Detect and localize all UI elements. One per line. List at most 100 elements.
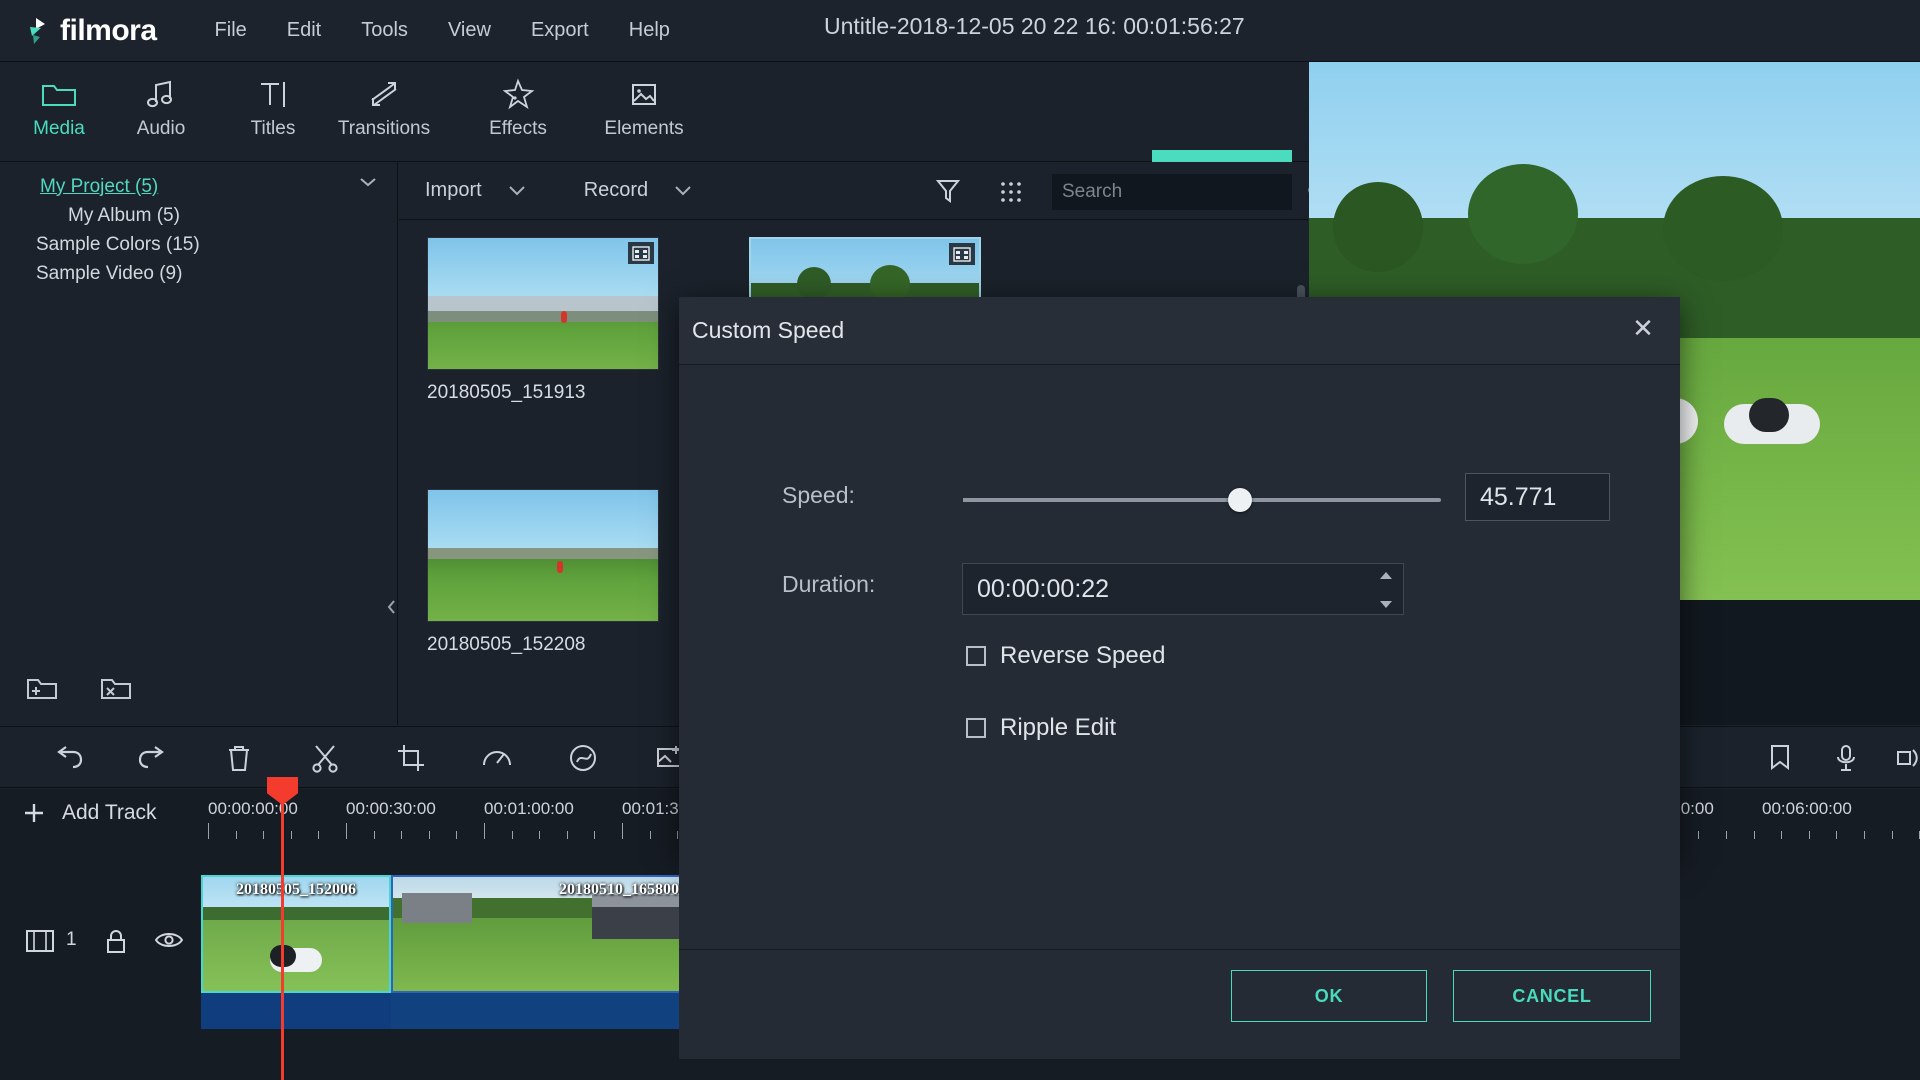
ok-button[interactable]: OK xyxy=(1231,970,1427,1022)
ribbon-tab-transitions[interactable]: Transitions xyxy=(325,72,443,156)
media-item-label: 20180505_151913 xyxy=(427,382,659,404)
media-thumbnail[interactable] xyxy=(427,489,659,622)
search-input[interactable] xyxy=(1062,181,1307,203)
import-button[interactable]: Import xyxy=(425,179,526,202)
duration-spinner[interactable] xyxy=(1378,571,1394,609)
speed-slider[interactable] xyxy=(963,485,1441,515)
text-cursor-icon xyxy=(256,72,290,116)
duration-label: Duration: xyxy=(782,571,875,598)
panel-splitter-handle[interactable] xyxy=(386,592,398,622)
ribbon-tab-titles[interactable]: Titles xyxy=(214,72,332,156)
new-folder-icon[interactable] xyxy=(26,674,60,704)
cancel-button[interactable]: CANCEL xyxy=(1453,970,1651,1022)
ribbon-label-effects: Effects xyxy=(489,118,547,140)
sparkle-star-icon xyxy=(501,72,535,116)
slider-track[interactable] xyxy=(963,498,1441,502)
redo-icon[interactable] xyxy=(133,740,173,776)
color-tune-icon[interactable] xyxy=(563,740,603,776)
slider-knob[interactable] xyxy=(1228,488,1252,512)
split-scissors-icon[interactable] xyxy=(305,740,345,776)
search-box[interactable] xyxy=(1052,174,1292,210)
title-bar: filmora File Edit Tools View Export Help… xyxy=(0,0,1920,62)
menu-item-edit[interactable]: Edit xyxy=(267,13,341,48)
undo-icon[interactable] xyxy=(48,740,88,776)
speed-gauge-icon[interactable] xyxy=(477,740,517,776)
filmora-app-window: filmora File Edit Tools View Export Help… xyxy=(0,0,1920,1080)
track-video-icon xyxy=(26,929,54,953)
ripple-edit-checkbox-row[interactable]: Ripple Edit xyxy=(966,714,1116,742)
reverse-speed-checkbox[interactable] xyxy=(966,646,986,666)
menu-item-view[interactable]: View xyxy=(428,13,511,48)
media-item[interactable]: 20180505_151913 xyxy=(427,237,659,404)
ribbon-tab-effects[interactable]: Effects xyxy=(459,72,577,156)
speed-value: 45.771 xyxy=(1480,483,1556,512)
tree-label-my-album: My Album (5) xyxy=(68,205,180,227)
clip-label: 20180510_165800 xyxy=(559,881,679,899)
tree-item-sample-colors[interactable]: Sample Colors (15) xyxy=(0,230,397,259)
ruler-label: 00:00:30:00 xyxy=(346,799,436,819)
tree-item-my-project[interactable]: My Project (5) xyxy=(0,172,397,201)
spinner-down-icon[interactable] xyxy=(1379,600,1393,609)
clip-audio-lane[interactable] xyxy=(201,993,391,1029)
browser-toolbar: Import Record xyxy=(399,162,1308,220)
chevron-down-icon[interactable] xyxy=(674,185,692,196)
filter-funnel-icon[interactable] xyxy=(936,178,960,204)
transition-arrows-icon xyxy=(367,72,401,116)
reverse-speed-checkbox-row[interactable]: Reverse Speed xyxy=(966,642,1165,670)
eye-visibility-icon[interactable] xyxy=(155,929,183,951)
tree-item-my-album[interactable]: My Album (5) xyxy=(0,201,397,230)
ribbon-label-titles: Titles xyxy=(251,118,296,140)
ribbon-label-transitions: Transitions xyxy=(338,118,430,140)
ribbon-tab-audio[interactable]: Audio xyxy=(102,72,220,156)
media-thumbnail[interactable] xyxy=(427,237,659,370)
ribbon-label-audio: Audio xyxy=(137,118,186,140)
filmora-logo-icon xyxy=(22,16,52,46)
ruler-label: 00:06:00:00 xyxy=(1762,799,1852,819)
lock-icon[interactable] xyxy=(105,929,127,955)
timeline-playhead[interactable] xyxy=(281,789,284,1080)
brand-name: filmora xyxy=(60,14,157,48)
folder-icon xyxy=(41,72,77,116)
chevron-down-icon[interactable] xyxy=(359,176,377,188)
marker-icon[interactable] xyxy=(1760,740,1800,776)
plus-icon xyxy=(22,801,46,825)
menu-item-file[interactable]: File xyxy=(195,13,267,48)
filmstrip-icon xyxy=(949,243,975,265)
music-note-icon xyxy=(144,72,178,116)
app-logo: filmora xyxy=(22,14,157,48)
record-button[interactable]: Record xyxy=(584,179,692,202)
slider-fill xyxy=(963,498,1240,502)
custom-speed-dialog: Custom Speed ✕ Speed: 45.771 Duration: 0… xyxy=(679,297,1680,860)
delete-folder-icon[interactable] xyxy=(100,674,134,704)
duration-value-field[interactable]: 00:00:00:22 xyxy=(962,563,1404,615)
delete-trash-icon[interactable] xyxy=(219,740,259,776)
ripple-edit-label: Ripple Edit xyxy=(1000,714,1116,742)
tree-item-sample-video[interactable]: Sample Video (9) xyxy=(0,259,397,288)
record-label: Record xyxy=(584,179,648,202)
crop-icon[interactable] xyxy=(391,740,431,776)
ribbon-tab-elements[interactable]: Elements xyxy=(585,72,703,156)
menu-item-help[interactable]: Help xyxy=(609,13,690,48)
speed-value-field[interactable]: 45.771 xyxy=(1465,473,1610,521)
dialog-body: Speed: 45.771 Duration: 00:00:00:22 xyxy=(679,365,1680,1059)
grid-view-icon[interactable] xyxy=(999,180,1023,204)
chevron-down-icon[interactable] xyxy=(508,185,526,196)
timeline-clip[interactable]: 20180505_152006 xyxy=(201,875,391,993)
ribbon-label-elements: Elements xyxy=(604,118,683,140)
speed-label: Speed: xyxy=(782,482,855,509)
ribbon-tab-media[interactable]: Media xyxy=(0,72,118,156)
ripple-edit-checkbox[interactable] xyxy=(966,718,986,738)
image-icon xyxy=(627,72,661,116)
add-track-button[interactable]: Add Track xyxy=(22,801,157,825)
spinner-up-icon[interactable] xyxy=(1379,571,1393,580)
filmstrip-icon xyxy=(628,242,654,264)
voiceover-icon[interactable] xyxy=(1888,740,1920,776)
menu-item-export[interactable]: Export xyxy=(511,13,609,48)
microphone-icon[interactable] xyxy=(1826,740,1866,776)
close-icon[interactable]: ✕ xyxy=(1626,311,1660,345)
dialog-footer: OK CANCEL xyxy=(679,949,1680,1059)
media-item[interactable]: 20180505_152208 xyxy=(427,489,659,656)
media-item-label: 20180505_152208 xyxy=(427,634,659,656)
project-title: Untitle-2018-12-05 20 22 16: 00:01:56:27 xyxy=(824,13,1245,40)
menu-item-tools[interactable]: Tools xyxy=(341,13,428,48)
